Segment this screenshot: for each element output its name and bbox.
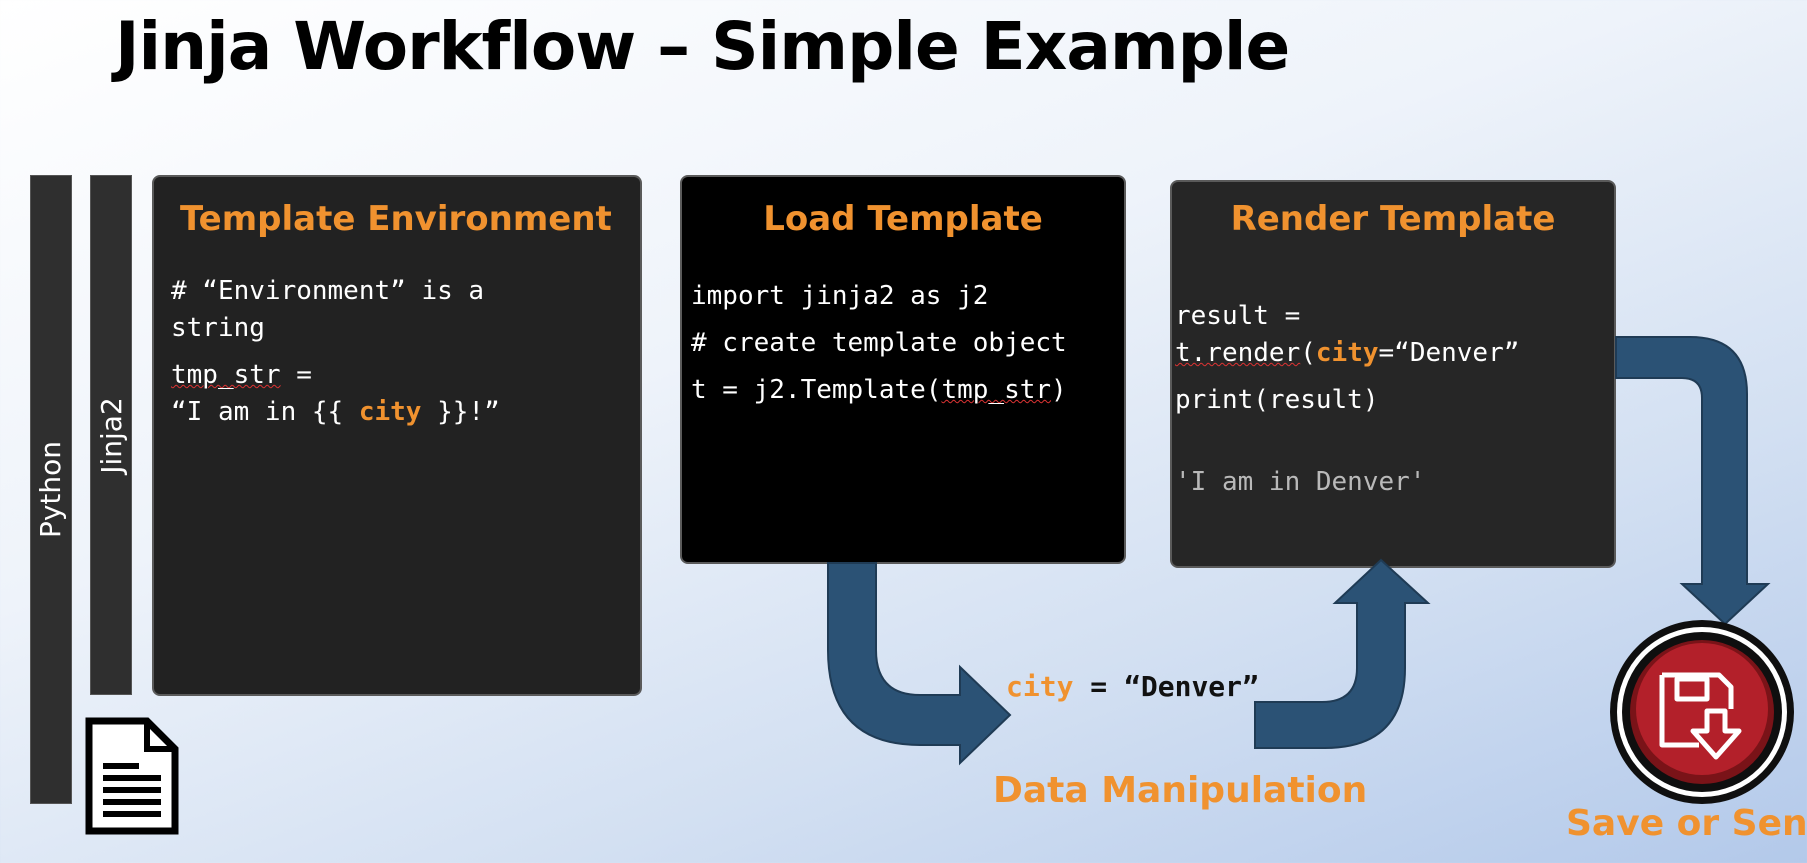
save-or-send-label: Save or Send [1566,803,1807,844]
load-to-data-arrow [827,562,1012,766]
assignment-text: = “Denver” [1073,670,1259,703]
city-assignment: city = “Denver” [1006,670,1259,703]
city-keyword: city [1006,670,1074,703]
data-manipulation-label: Data Manipulation [993,770,1368,811]
save-to-disk-button[interactable] [1607,617,1797,807]
flow-arrows [827,336,1771,766]
data-to-render-arrow [1254,558,1431,749]
render-to-save-arrow [1615,336,1771,626]
